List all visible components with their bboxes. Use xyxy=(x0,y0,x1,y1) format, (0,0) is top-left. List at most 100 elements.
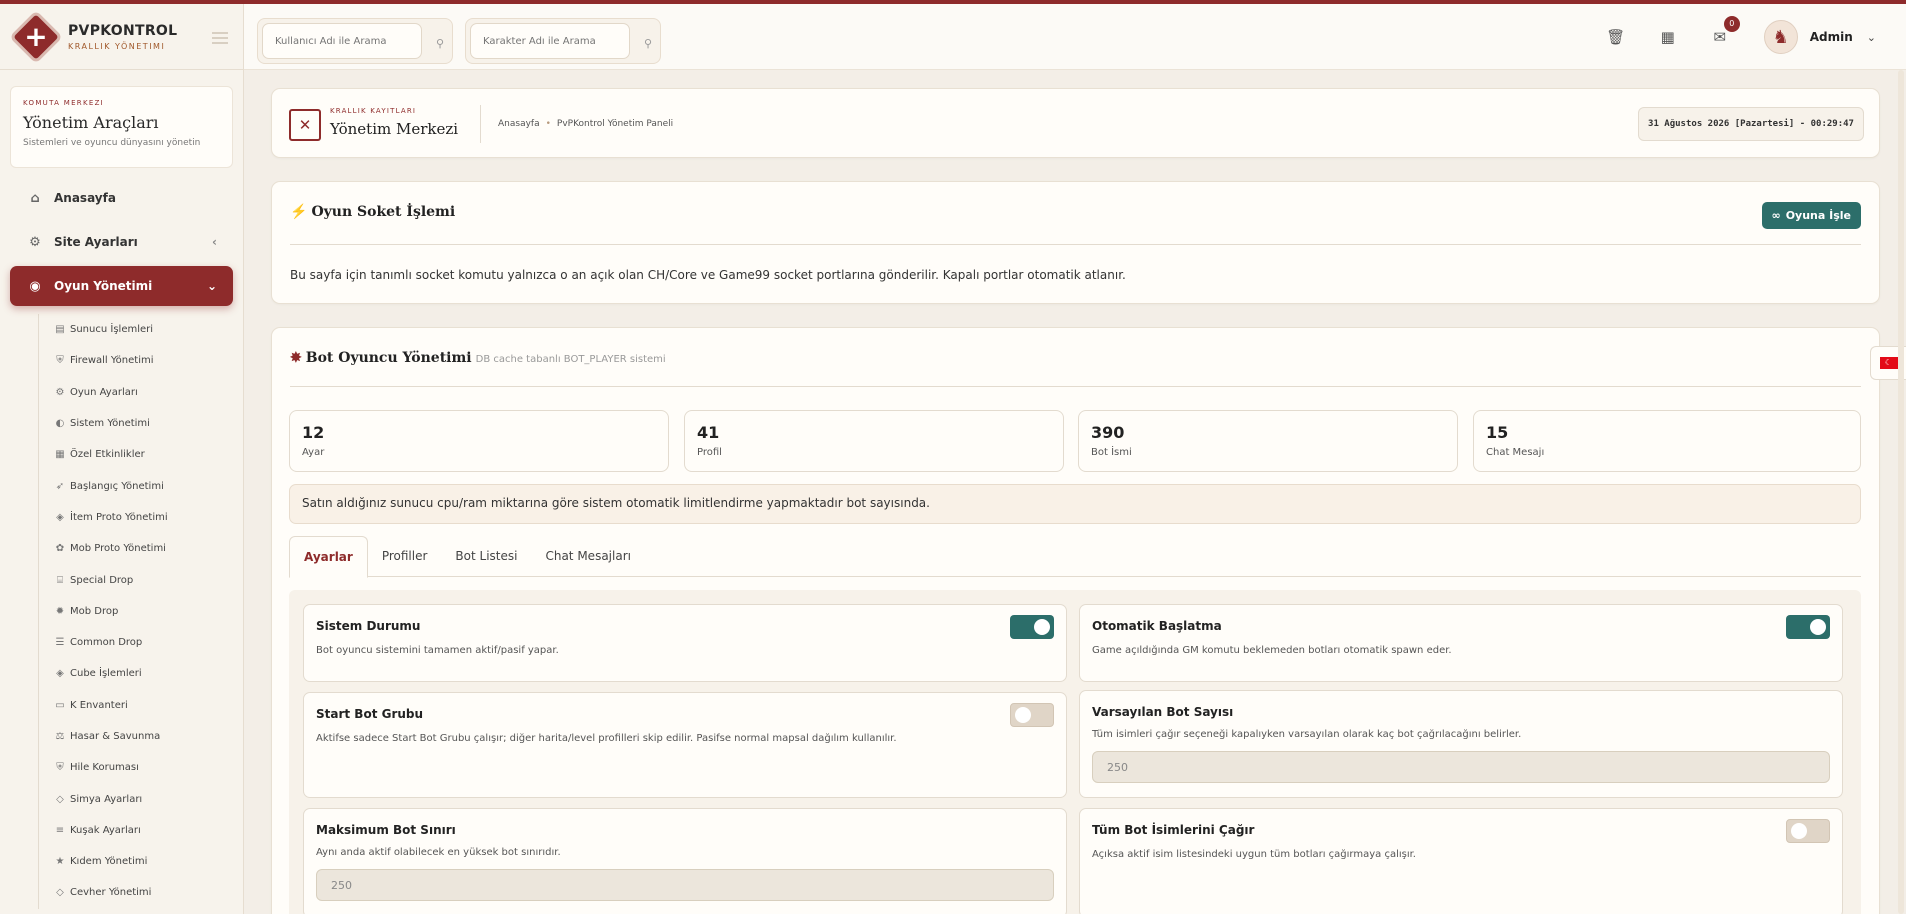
tab-profiller[interactable]: Profiller xyxy=(368,536,442,576)
gift-icon: ⌸ xyxy=(57,574,63,586)
setting-title: Sistem Durumu xyxy=(316,619,421,633)
stat-label: Bot İsmi xyxy=(1091,447,1132,458)
setting-desc: Tüm isimleri çağır seçeneği kapalıyken v… xyxy=(1092,729,1522,740)
tab-ayarlar[interactable]: Ayarlar xyxy=(289,536,368,578)
divider xyxy=(480,105,481,143)
gear-icon: ⚙ xyxy=(29,234,41,250)
setting-title: Start Bot Grubu xyxy=(316,707,424,721)
search-icon[interactable]: ⚲ xyxy=(644,37,652,50)
tab-chat-mesajlari[interactable]: Chat Mesajları xyxy=(531,536,645,576)
sidebar-subitem[interactable]: ≡ Kuşak Ayarları xyxy=(39,815,233,846)
sidebar-subitem[interactable]: ⛨ Firewall Yönetimi xyxy=(39,345,233,376)
sidebar-subitem[interactable]: ◇ Cevher Yönetimi xyxy=(39,877,233,908)
otomatik-baslatma-toggle[interactable] xyxy=(1786,615,1830,639)
close-icon[interactable]: ✕ xyxy=(289,109,321,141)
socket-card: ⚡ Oyun Soket İşlemi ∞ Oyuna İşle Bu sayfa … xyxy=(271,181,1880,304)
robot-icon: ✸ xyxy=(290,350,302,366)
command-subtitle: Sistemleri ve oyuncu dünyasını yönetin xyxy=(23,138,201,148)
tab-bot-listesi[interactable]: Bot Listesi xyxy=(441,536,531,576)
sidebar-subitem-label: K Envanteri xyxy=(70,699,128,711)
bug-icon: ✹ xyxy=(55,605,65,617)
mail-icon[interactable]: ✉ 0 xyxy=(1694,16,1746,46)
sidebar: + PVPKONTROL KRALLIK YÖNETIMI KOMUTA MER… xyxy=(0,4,244,914)
setting-desc: Game açıldığında GM komutu beklemeden bo… xyxy=(1092,645,1452,656)
sidebar-subitem[interactable]: ☰ Common Drop xyxy=(39,627,233,658)
gamepad-icon: ◉ xyxy=(29,278,41,294)
search-icon[interactable]: ⚲ xyxy=(436,37,444,50)
sidebar-subitem[interactable]: ⚖ Hasar & Savunma xyxy=(39,721,233,752)
page-kicker: KRALLIK KAYITLARI xyxy=(330,107,417,115)
sliders-icon: ≡ xyxy=(55,824,65,836)
gem-icon: ◇ xyxy=(56,793,64,805)
sidebar-subitem-label: Sunucu İşlemleri xyxy=(70,324,154,336)
command-center-box: KOMUTA MERKEZI Yönetim Araçları Sistemle… xyxy=(10,86,233,168)
sidebar-subitem[interactable]: ⌸ Special Drop xyxy=(39,564,233,595)
chevron-down-icon[interactable]: ⌄ xyxy=(1867,31,1876,44)
maksimum-bot-siniri-input[interactable]: 250 xyxy=(316,869,1054,901)
socket-title: ⚡ Oyun Soket İşlemi xyxy=(290,204,456,220)
sidebar-item-site-ayarlari[interactable]: ⚙ Site Ayarları ‹ xyxy=(10,222,233,262)
menu-toggle-icon[interactable] xyxy=(212,32,228,44)
rocket-icon: ➶ xyxy=(55,480,65,492)
calendar-icon[interactable]: ▦ xyxy=(1642,28,1694,46)
sidebar-subitem[interactable]: ◈ Cube İşlemleri xyxy=(39,658,233,689)
sidebar-subitem[interactable]: ▭ K Envanteri xyxy=(39,690,233,721)
setting-title: Otomatik Başlatma xyxy=(1092,619,1222,633)
sidebar-item-label: Site Ayarları xyxy=(54,235,138,249)
settings-panel: Sistem Durumu Bot oyuncu sistemini tamam… xyxy=(289,590,1861,914)
stat-label: Profil xyxy=(697,447,722,458)
link-icon: ∞ xyxy=(1771,209,1781,222)
home-icon: ⌂ xyxy=(30,190,40,206)
chevron-down-icon: ⌄ xyxy=(206,279,217,293)
user-name[interactable]: Admin xyxy=(1810,30,1853,44)
trash-icon[interactable]: 🗑 xyxy=(1590,28,1642,46)
sidebar-subitem[interactable]: ★ Kıdem Yönetimi xyxy=(39,846,233,877)
avatar[interactable]: ♞ xyxy=(1763,20,1798,54)
sistem-durumu-toggle[interactable] xyxy=(1010,615,1054,639)
page-header: ✕ KRALLIK KAYITLARI Yönetim Merkezi Anas… xyxy=(271,88,1880,158)
start-bot-grubu-toggle[interactable] xyxy=(1010,703,1054,727)
chevron-left-icon: ‹ xyxy=(212,235,217,249)
stat-value: 12 xyxy=(302,423,325,442)
breadcrumb-current: PvPKontrol Yönetim Paneli xyxy=(556,119,674,129)
sidebar-item-anasayfa[interactable]: ⌂ Anasayfa xyxy=(10,178,233,218)
sidebar-submenu: ▤ Sunucu İşlemleri ⛨ Firewall Yönetimi ⚙ Oy… xyxy=(38,314,233,909)
setting-start-bot-grubu: Start Bot Grubu Aktifse sadece Start Bot… xyxy=(303,692,1067,798)
stat-value: 390 xyxy=(1091,423,1125,442)
sidebar-item-oyun-yonetimi[interactable]: ◉ Oyun Yönetimi ⌄ xyxy=(10,266,233,306)
stat-label: Chat Mesajı xyxy=(1486,447,1545,458)
sidebar-subitem[interactable]: ✹ Mob Drop xyxy=(39,596,233,627)
user-search-input[interactable] xyxy=(262,23,422,59)
setting-desc: Açıksa aktif isim listesindeki uygun tüm… xyxy=(1092,849,1416,860)
stat-label: Ayar xyxy=(302,447,325,458)
send-to-game-button[interactable]: ∞ Oyuna İşle xyxy=(1761,202,1861,229)
socket-description: Bu sayfa için tanımlı socket komutu yaln… xyxy=(290,268,1126,282)
cube-icon: ◈ xyxy=(56,668,64,680)
stat-value: 15 xyxy=(1486,423,1509,442)
brand-subtitle: KRALLIK YÖNETIMI xyxy=(68,41,166,51)
divider xyxy=(290,244,1861,245)
limit-notice: Satın aldığınız sunucu cpu/ram miktarına… xyxy=(289,484,1861,524)
sidebar-subitem[interactable]: ◐ Sistem Yönetimi xyxy=(39,408,233,439)
sidebar-subitem[interactable]: ◇ Simya Ayarları xyxy=(39,783,233,814)
sidebar-subitem[interactable]: ▦ Özel Etkinlikler xyxy=(39,439,233,470)
bot-tabs: Ayarlar Profiller Bot Listesi Chat Mesaj… xyxy=(289,536,1861,578)
page-scrollbar[interactable] xyxy=(1898,70,1904,914)
varsayilan-bot-sayisi-input[interactable]: 250 xyxy=(1092,751,1830,783)
sidebar-item-label: Oyun Yönetimi xyxy=(54,279,153,293)
setting-desc: Bot oyuncu sistemini tamamen aktif/pasif… xyxy=(316,645,559,656)
sidebar-subitem[interactable]: ⛨ Hile Koruması xyxy=(39,752,233,783)
tum-bot-isimleri-toggle[interactable] xyxy=(1786,819,1830,843)
character-search-input[interactable] xyxy=(470,23,630,59)
sidebar-subitem[interactable]: ✿ Mob Proto Yönetimi xyxy=(39,533,233,564)
sidebar-subitem[interactable]: ➶ Başlangıç Yönetimi xyxy=(39,470,233,501)
server-icon: ▤ xyxy=(55,324,65,336)
breadcrumb-home[interactable]: Anasayfa xyxy=(498,119,540,129)
sidebar-subitem[interactable]: ▤ Sunucu İşlemleri xyxy=(39,314,233,345)
sidebar-subitem-label: Special Drop xyxy=(70,574,134,586)
sidebar-subitem[interactable]: ◈ İtem Proto Yönetimi xyxy=(39,502,233,533)
sidebar-subitem[interactable]: ⚙ Oyun Ayarları xyxy=(39,377,233,408)
brand[interactable]: + PVPKONTROL KRALLIK YÖNETIMI xyxy=(0,4,243,70)
sidebar-subitem-label: Mob Drop xyxy=(70,605,119,617)
command-kicker: KOMUTA MERKEZI xyxy=(23,99,105,107)
